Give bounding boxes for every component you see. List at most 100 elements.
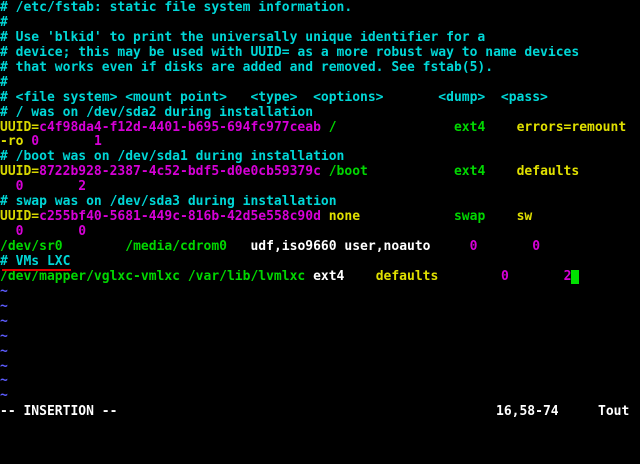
text-segment: #: [0, 15, 8, 30]
buffer-line[interactable]: UUID=c255bf40-5681-449c-816b-42d5e558c90…: [0, 210, 640, 225]
mode-indicator: -- INSERTION --: [0, 404, 118, 419]
buffer-line[interactable]: # <file system> <mount point> <type> <op…: [0, 91, 640, 106]
text-segment: /dev/sr0: [0, 240, 63, 254]
text-segment: ext4: [453, 165, 486, 180]
text-segment: #: [0, 75, 8, 90]
text-segment: /: [320, 120, 337, 135]
highlight-underline: [2, 269, 71, 272]
text-segment: 0: [532, 240, 541, 254]
buffer-line[interactable]: UUID=c4f98da4-f12d-4401-b695-694fc977cea…: [0, 121, 640, 136]
text-segment: 2: [563, 269, 572, 284]
text-segment: [485, 121, 516, 135]
text-segment: # swap was on /dev/sda3 during installat…: [0, 195, 337, 210]
tilde-marker: ~: [0, 314, 8, 329]
text-segment: udf,iso9660: [250, 240, 337, 254]
text-segment: [180, 270, 188, 284]
empty-line-marker[interactable]: ~: [0, 360, 640, 375]
text-segment: [360, 210, 454, 224]
text-segment: /media/cdrom0: [125, 240, 227, 254]
text-segment: errors=remount: [516, 120, 627, 135]
buffer-line[interactable]: # /etc/fstab: static file system informa…: [0, 1, 640, 16]
text-segment: [305, 270, 313, 284]
buffer-line[interactable]: # that works even if disks are added and…: [0, 61, 640, 76]
buffer-line[interactable]: 0 2: [0, 180, 640, 195]
text-segment: # / was on /dev/sda2 during installation: [0, 105, 314, 120]
buffer-line[interactable]: /dev/sr0 /media/cdrom0 udf,iso9660 user,…: [0, 240, 640, 255]
tilde-marker: ~: [0, 299, 8, 314]
text-segment: UUID=: [0, 120, 40, 135]
text-segment: # <file system> <mount point> <type> <op…: [0, 90, 548, 105]
empty-line-marker[interactable]: ~: [0, 374, 640, 389]
buffer-line[interactable]: /dev/mapper/vglxc-vmlxc /var/lib/lvmlxc …: [0, 269, 640, 285]
text-segment: [63, 240, 126, 254]
empty-line-marker[interactable]: ~: [0, 300, 640, 315]
text-segment: ext4: [313, 269, 345, 284]
tilde-marker: ~: [0, 389, 8, 404]
text-segment: defaults: [375, 269, 439, 284]
text-segment: /var/lib/lvmlxc: [187, 269, 306, 284]
text-segment: 0: [500, 269, 509, 284]
text-segment: [337, 121, 454, 135]
text-segment: swap: [453, 210, 486, 225]
text-segment: -ro: [0, 135, 24, 150]
text-segment: ext4: [453, 120, 486, 135]
empty-line-marker[interactable]: ~: [0, 285, 640, 300]
text-segment: none: [320, 210, 361, 225]
text-segment: [477, 240, 532, 254]
empty-line-marker[interactable]: ~: [0, 330, 640, 345]
tilde-marker: ~: [0, 359, 8, 374]
text-segment: sw: [516, 210, 533, 225]
text-segment: 2: [78, 180, 87, 195]
text-segment: 0: [23, 135, 94, 150]
text-segment: c255bf40-5681-449c-816b-42d5e558c90d: [39, 210, 321, 225]
text-segment: 8722b928-2387-4c52-bdf5-d0e0cb59379c: [39, 165, 321, 180]
text-segment: [485, 165, 516, 179]
buffer-line[interactable]: #: [0, 76, 640, 91]
text-segment: 0: [78, 225, 87, 240]
buffer-line[interactable]: # device; this may be used with UUID= as…: [0, 46, 640, 61]
text-segment: # VMs LXC: [0, 254, 71, 269]
text-editor-buffer[interactable]: # /etc/fstab: static file system informa…: [0, 0, 640, 404]
buffer-line[interactable]: #: [0, 16, 640, 31]
text-segment: UUID=: [0, 165, 40, 180]
text-segment: [431, 240, 470, 254]
tilde-marker: ~: [0, 329, 8, 344]
buffer-line[interactable]: 0 0: [0, 225, 640, 240]
tilde-marker: ~: [0, 284, 8, 299]
text-segment: UUID=: [0, 210, 40, 225]
text-segment: # that works even if disks are added and…: [0, 60, 494, 75]
buffer-line[interactable]: # /boot was on /dev/sda1 during installa…: [0, 150, 640, 165]
buffer-line[interactable]: # VMs LXC: [0, 255, 640, 270]
text-segment: # /boot was on /dev/sda1 during installa…: [0, 150, 345, 165]
status-line: -- INSERTION -- 16,58-74 Tout: [0, 404, 640, 421]
text-segment: [368, 165, 454, 179]
text-segment: [227, 240, 250, 254]
text-cursor: [571, 269, 580, 284]
tilde-marker: ~: [0, 344, 8, 359]
empty-line-marker[interactable]: ~: [0, 389, 640, 404]
text-segment: 0: [0, 180, 79, 195]
buffer-line[interactable]: # / was on /dev/sda2 during installation: [0, 106, 640, 121]
text-segment: [438, 270, 501, 284]
empty-line-marker[interactable]: ~: [0, 315, 640, 330]
text-segment: [509, 270, 564, 284]
scroll-indicator: Tout: [598, 404, 630, 419]
text-segment: /boot: [320, 165, 368, 180]
buffer-line[interactable]: -ro 0 1: [0, 135, 640, 150]
text-segment: [344, 270, 375, 284]
buffer-line[interactable]: UUID=8722b928-2387-4c52-bdf5-d0e0cb59379…: [0, 165, 640, 180]
cursor-position: 16,58-74: [496, 404, 559, 419]
text-segment: 1: [93, 135, 102, 150]
text-segment: 0: [0, 225, 79, 240]
empty-line-marker[interactable]: ~: [0, 345, 640, 360]
text-segment: user,noauto: [344, 240, 431, 254]
text-segment: c4f98da4-f12d-4401-b695-694fc977ceab: [39, 120, 321, 135]
text-segment: # Use 'blkid' to print the universally u…: [0, 30, 486, 45]
buffer-line[interactable]: # swap was on /dev/sda3 during installat…: [0, 195, 640, 210]
buffer-line[interactable]: # Use 'blkid' to print the universally u…: [0, 31, 640, 46]
tilde-marker: ~: [0, 374, 8, 389]
text-segment: [485, 210, 516, 224]
text-segment: defaults: [516, 165, 580, 180]
text-segment: # device; this may be used with UUID= as…: [0, 45, 580, 60]
text-segment: /dev/mapper/vglxc-vmlxc: [0, 269, 181, 284]
